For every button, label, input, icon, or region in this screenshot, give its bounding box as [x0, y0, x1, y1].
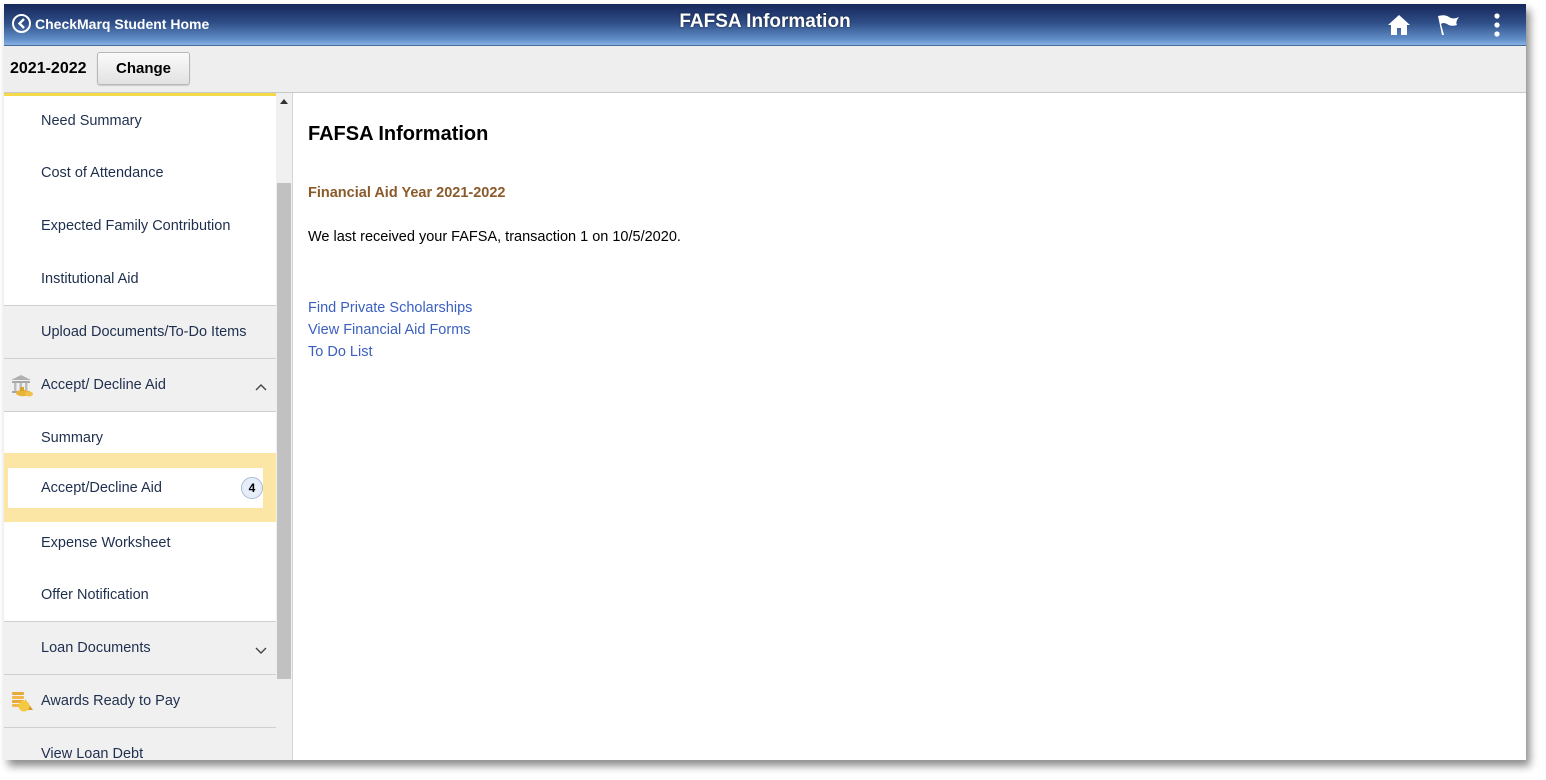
notification-count-badge: 4 [241, 477, 263, 499]
page-title: FAFSA Information [308, 123, 489, 145]
coin-stack-icon [9, 689, 35, 713]
aid-year-bar: 2021-2022 Change [4, 46, 1526, 93]
sidebar-item-awards-ready-to-pay[interactable]: Awards Ready to Pay [4, 675, 276, 727]
sidebar-item-label: Need Summary [41, 113, 142, 129]
back-arrow-icon [12, 14, 31, 33]
view-financial-aid-forms-link[interactable]: View Financial Aid Forms [308, 319, 472, 341]
sidebar-item-label: Summary [41, 430, 104, 446]
sidebar-item-label: Accept/Decline Aid [41, 480, 162, 496]
fafsa-status-text: We last received your FAFSA, transaction… [308, 229, 681, 245]
sidebar-group-loan-documents[interactable]: Loan Documents [4, 622, 276, 674]
sidebar-item-label: Expected Family Contribution [41, 217, 231, 234]
sidebar-item-view-loan-debt[interactable]: View Loan Debt [4, 728, 276, 760]
find-private-scholarships-link[interactable]: Find Private Scholarships [308, 297, 472, 319]
sidebar-item-label: Expense Worksheet [41, 535, 171, 551]
scroll-up-arrow-icon[interactable] [280, 99, 288, 104]
sidebar-group-accept-decline-aid[interactable]: Accept/ Decline Aid [4, 359, 276, 411]
sidebar-item-need-summary[interactable]: Need Summary [4, 96, 276, 146]
sidebar-item-label: Loan Documents [41, 640, 151, 656]
app-window: CheckMarq Student Home FAFSA Information… [4, 4, 1526, 760]
sidebar-item-upload-documents[interactable]: Upload Documents/To-Do Items [4, 306, 276, 358]
financial-aid-year-heading: Financial Aid Year 2021-2022 [308, 185, 506, 201]
sidebar-nav: Need Summary Cost of Attendance Expected… [4, 93, 276, 760]
sidebar-item-label: Accept/ Decline Aid [41, 377, 166, 393]
back-label: CheckMarq Student Home [35, 15, 210, 32]
related-links: Find Private Scholarships View Financial… [308, 297, 472, 363]
page-header-title: FAFSA Information [679, 11, 851, 32]
header-banner: CheckMarq Student Home FAFSA Information [4, 4, 1526, 46]
sidebar-item-label: View Loan Debt [41, 746, 144, 760]
sidebar-item-offer-notification[interactable]: Offer Notification [4, 569, 276, 621]
bank-coins-icon [9, 373, 35, 397]
sidebar-item-label: Awards Ready to Pay [41, 693, 181, 709]
sidebar-item-label: Offer Notification [41, 587, 149, 603]
sidebar-item-label: Cost of Attendance [41, 164, 164, 181]
flag-icon[interactable] [1433, 10, 1463, 40]
main-content: FAFSA Information Financial Aid Year 202… [293, 93, 1526, 760]
to-do-list-link[interactable]: To Do List [308, 341, 472, 363]
chevron-up-icon [254, 380, 268, 391]
sidebar-item-cost-of-attendance[interactable]: Cost of Attendance [4, 146, 276, 199]
sidebar-item-expense-worksheet[interactable]: Expense Worksheet [4, 517, 276, 569]
sidebar-item-label: Institutional Aid [41, 270, 139, 287]
sidebar-item-institutional-aid[interactable]: Institutional Aid [4, 252, 276, 305]
back-to-home-link[interactable]: CheckMarq Student Home [12, 14, 209, 33]
change-year-button[interactable]: Change [97, 52, 190, 85]
sidebar-item-accept-decline-aid[interactable]: Accept/Decline Aid 4 [8, 468, 263, 508]
scrollbar-thumb[interactable] [277, 183, 291, 679]
sidebar-item-label: Upload Documents/To-Do Items [41, 324, 247, 340]
more-vertical-icon[interactable] [1482, 10, 1512, 40]
sidebar-item-expected-family-contribution[interactable]: Expected Family Contribution [4, 199, 276, 252]
sidebar-scrollbar[interactable] [276, 93, 293, 760]
aid-year-label: 2021-2022 [10, 60, 87, 77]
home-icon[interactable] [1384, 10, 1414, 40]
chevron-down-icon [254, 643, 268, 654]
selected-item-highlight: Accept/Decline Aid 4 [4, 453, 276, 522]
